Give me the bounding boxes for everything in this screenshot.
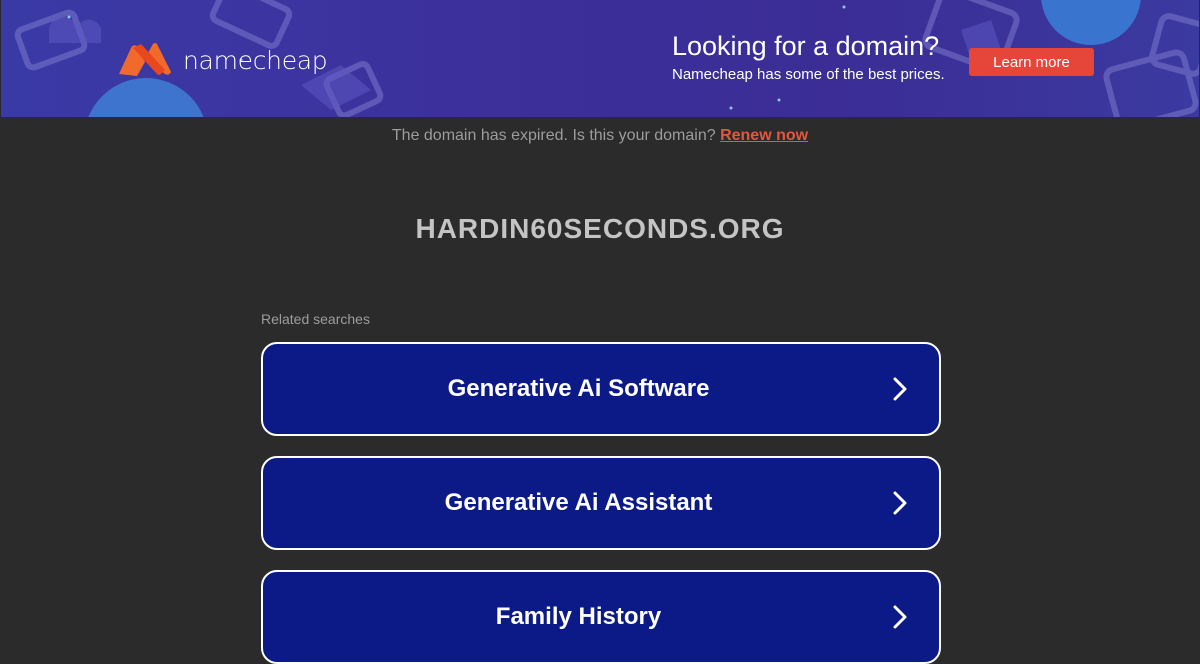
chevron-right-icon [893,491,907,515]
renew-now-link[interactable]: Renew now [720,127,808,144]
chevron-right-icon [893,377,907,401]
related-searches-label: Related searches [261,311,370,327]
expired-notice-text: The domain has expired. Is this your dom… [391,127,716,144]
related-search-button-3[interactable]: Family History [261,570,941,664]
logo-text: namecheap [183,45,328,75]
expired-notice: The domain has expired. Is this your dom… [0,127,1200,145]
namecheap-logo[interactable]: namecheap [115,42,328,78]
ad-banner[interactable]: namecheap Looking for a domain? Namechea… [1,0,1199,117]
chevron-right-icon [893,605,907,629]
related-search-button-2[interactable]: Generative Ai Assistant [261,456,941,550]
ad-headline: Looking for a domain? [672,31,940,61]
ad-subtext: Namecheap has some of the best prices. [672,66,945,83]
related-search-label: Family History [495,603,662,630]
related-search-label: Generative Ai Assistant [444,489,713,516]
namecheap-logo-icon [119,43,171,76]
related-search-button-1[interactable]: Generative Ai Software [261,342,941,436]
domain-title: HARDIN60SECONDS.ORG [415,213,785,244]
learn-more-button[interactable]: Learn more [969,48,1094,76]
related-search-label: Generative Ai Software [447,375,710,402]
